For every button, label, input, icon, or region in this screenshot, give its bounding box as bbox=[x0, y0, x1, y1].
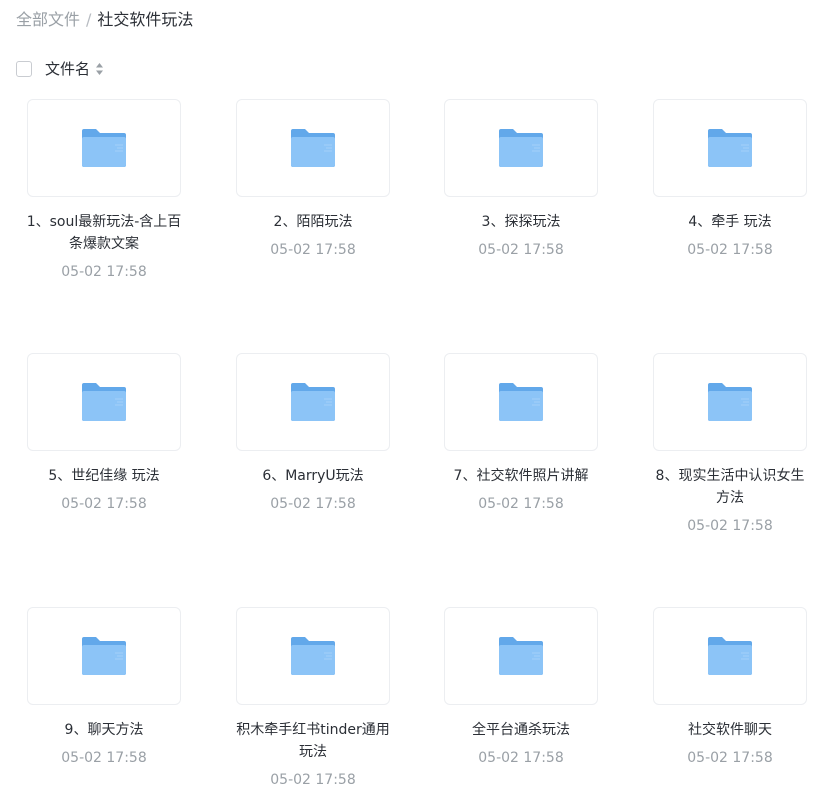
folder-icon bbox=[82, 637, 126, 675]
folder-icon bbox=[708, 383, 752, 421]
folder-item[interactable]: 6、MarryU玩法 05-02 17:58 bbox=[223, 353, 403, 553]
folder-date: 05-02 17:58 bbox=[270, 496, 356, 512]
folder-name[interactable]: 全平台通杀玩法 bbox=[443, 719, 599, 741]
folder-thumbnail[interactable] bbox=[27, 607, 181, 705]
folder-name[interactable]: 社交软件聊天 bbox=[652, 719, 808, 741]
folder-grid: 1、soul最新玩法-含上百条爆款文案 05-02 17:58 2、陌陌玩法 05-0… bbox=[0, 0, 816, 806]
folder-item[interactable]: 5、世纪佳缘 玩法 05-02 17:58 bbox=[14, 353, 194, 553]
folder-item[interactable]: 4、牵手 玩法 05-02 17:58 bbox=[640, 99, 816, 299]
folder-date: 05-02 17:58 bbox=[478, 750, 564, 766]
folder-thumbnail[interactable] bbox=[653, 353, 807, 451]
folder-thumbnail[interactable] bbox=[444, 353, 598, 451]
folder-item[interactable]: 2、陌陌玩法 05-02 17:58 bbox=[223, 99, 403, 299]
folder-icon bbox=[82, 383, 126, 421]
folder-thumbnail[interactable] bbox=[444, 607, 598, 705]
folder-date: 05-02 17:58 bbox=[270, 772, 356, 788]
folder-date: 05-02 17:58 bbox=[61, 496, 147, 512]
folder-item[interactable]: 积木牵手红书tinder通用玩法 05-02 17:58 bbox=[223, 607, 403, 807]
folder-thumbnail[interactable] bbox=[236, 607, 390, 705]
folder-date: 05-02 17:58 bbox=[687, 750, 773, 766]
folder-date: 05-02 17:58 bbox=[687, 242, 773, 258]
folder-name[interactable]: 5、世纪佳缘 玩法 bbox=[26, 465, 182, 487]
folder-name[interactable]: 6、MarryU玩法 bbox=[235, 465, 391, 487]
folder-icon bbox=[82, 129, 126, 167]
folder-icon bbox=[291, 383, 335, 421]
folder-item[interactable]: 3、探探玩法 05-02 17:58 bbox=[431, 99, 611, 299]
folder-icon bbox=[291, 637, 335, 675]
folder-date: 05-02 17:58 bbox=[687, 518, 773, 534]
folder-name[interactable]: 9、聊天方法 bbox=[26, 719, 182, 741]
folder-item[interactable]: 社交软件聊天 05-02 17:58 bbox=[640, 607, 816, 807]
folder-item[interactable]: 9、聊天方法 05-02 17:58 bbox=[14, 607, 194, 807]
folder-thumbnail[interactable] bbox=[444, 99, 598, 197]
folder-thumbnail[interactable] bbox=[653, 99, 807, 197]
folder-date: 05-02 17:58 bbox=[61, 264, 147, 280]
folder-name[interactable]: 1、soul最新玩法-含上百条爆款文案 bbox=[26, 211, 182, 255]
folder-item[interactable]: 1、soul最新玩法-含上百条爆款文案 05-02 17:58 bbox=[14, 99, 194, 299]
folder-name[interactable]: 7、社交软件照片讲解 bbox=[443, 465, 599, 487]
folder-icon bbox=[499, 129, 543, 167]
folder-icon bbox=[499, 637, 543, 675]
folder-thumbnail[interactable] bbox=[27, 99, 181, 197]
folder-item[interactable]: 8、现实生活中认识女生方法 05-02 17:58 bbox=[640, 353, 816, 553]
folder-thumbnail[interactable] bbox=[27, 353, 181, 451]
folder-name[interactable]: 3、探探玩法 bbox=[443, 211, 599, 233]
folder-icon bbox=[708, 637, 752, 675]
folder-date: 05-02 17:58 bbox=[270, 242, 356, 258]
folder-date: 05-02 17:58 bbox=[478, 242, 564, 258]
folder-thumbnail[interactable] bbox=[653, 607, 807, 705]
folder-icon bbox=[499, 383, 543, 421]
folder-name[interactable]: 2、陌陌玩法 bbox=[235, 211, 391, 233]
folder-name[interactable]: 8、现实生活中认识女生方法 bbox=[652, 465, 808, 509]
folder-thumbnail[interactable] bbox=[236, 353, 390, 451]
folder-thumbnail[interactable] bbox=[236, 99, 390, 197]
folder-date: 05-02 17:58 bbox=[61, 750, 147, 766]
folder-date: 05-02 17:58 bbox=[478, 496, 564, 512]
folder-item[interactable]: 7、社交软件照片讲解 05-02 17:58 bbox=[431, 353, 611, 553]
folder-icon bbox=[708, 129, 752, 167]
folder-icon bbox=[291, 129, 335, 167]
folder-item[interactable]: 全平台通杀玩法 05-02 17:58 bbox=[431, 607, 611, 807]
folder-name[interactable]: 积木牵手红书tinder通用玩法 bbox=[235, 719, 391, 763]
folder-name[interactable]: 4、牵手 玩法 bbox=[652, 211, 808, 233]
